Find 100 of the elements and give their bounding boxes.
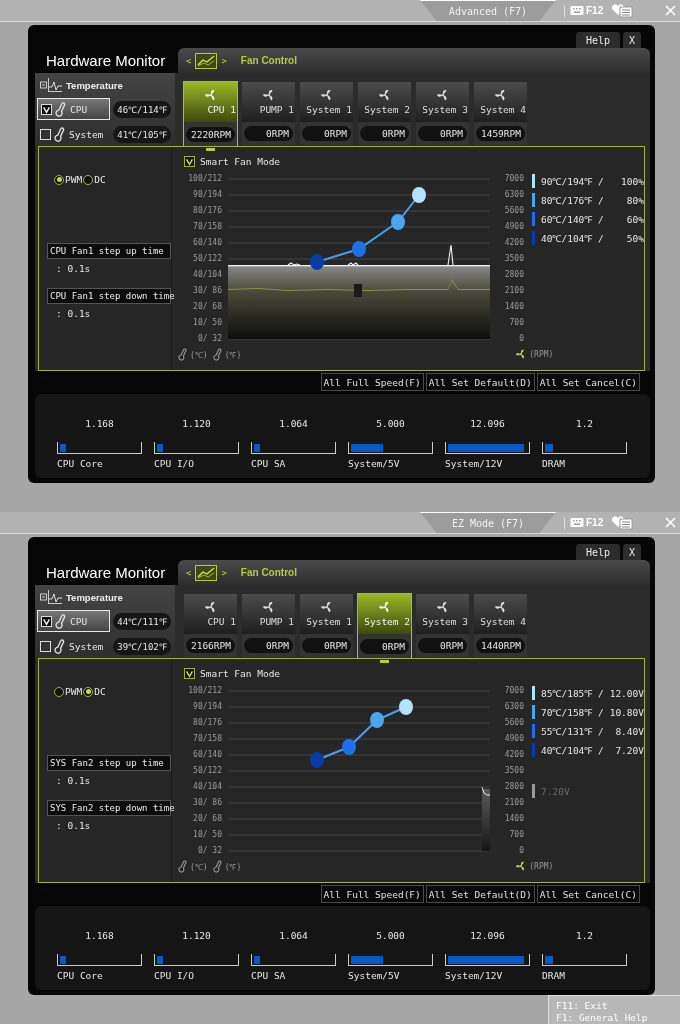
step-time-value[interactable]: : 0.1s — [56, 775, 171, 786]
action-button[interactable]: All Set Cancel(C) — [536, 373, 640, 391]
close-button[interactable]: X — [622, 544, 641, 560]
sensor-item[interactable]: System — [37, 123, 110, 145]
voltage-value: 1.2 — [575, 418, 594, 429]
unit-label: (℃) — [190, 349, 208, 360]
radio-option[interactable]: DC — [83, 174, 106, 185]
axis-tick-label: 40/104 — [193, 781, 222, 793]
sensor-name: CPU — [70, 103, 88, 115]
axis-tick-label: 3500 — [504, 253, 524, 265]
sensor-trace-drawing — [481, 786, 490, 851]
radio-option[interactable]: PWM — [54, 174, 83, 185]
fan-rpm: 0RPM — [418, 638, 467, 653]
axis-tick-label: 4900 — [504, 221, 524, 233]
sensor-item[interactable]: CPU — [37, 98, 110, 120]
voltage-value: 1.168 — [85, 930, 114, 941]
sensor-graph-icon — [40, 78, 62, 92]
step-time-value[interactable]: : 0.1s — [56, 263, 171, 274]
previous-arrow[interactable]: < — [186, 55, 192, 66]
legend-point: 60℃/140℉ / — [541, 212, 604, 226]
help-button[interactable]: Help — [575, 32, 620, 48]
voltage-label: CPU I/O — [154, 970, 196, 981]
radio-option[interactable]: DC — [83, 686, 106, 697]
fan-name: CPU 1 — [207, 104, 237, 115]
action-button[interactable]: All Set Default(D) — [425, 373, 535, 391]
sensor-graph-icon — [40, 590, 62, 604]
heart-list-icon[interactable] — [611, 3, 634, 18]
heart-list-icon[interactable] — [611, 515, 634, 530]
voltage-label: CPU I/O — [154, 458, 196, 469]
axis-tick-label: 700 — [509, 317, 524, 329]
legend-point: 40℃/104℉ / — [541, 231, 604, 245]
legend-point: 55℃/131℉ / — [541, 724, 604, 738]
axis-tick-label: 100/212 — [188, 685, 222, 697]
axis-tick-label: 7000 — [504, 173, 524, 185]
axis-tick-label: 2100 — [504, 285, 524, 297]
section-tab[interactable]: < > Fan Control — [178, 48, 650, 73]
close-button[interactable]: X — [622, 32, 641, 48]
voltage-value: 1.064 — [279, 930, 308, 941]
axis-tick-label: 2800 — [504, 781, 524, 793]
fan-tab[interactable]: System 2 0RPM — [357, 593, 412, 658]
legend-point: 90℃/194℉ / — [541, 174, 604, 188]
fan-name: PUMP 1 — [259, 616, 295, 627]
help-button[interactable]: Help — [575, 544, 620, 560]
step-time-value[interactable]: : 0.1s — [56, 820, 171, 831]
previous-arrow[interactable]: < — [186, 567, 192, 578]
action-button[interactable]: All Full Speed(F) — [320, 885, 424, 903]
axis-tick-label: 2800 — [504, 269, 524, 281]
axis-tick-label: 10/ 50 — [193, 829, 222, 841]
action-button[interactable]: All Set Default(D) — [425, 885, 535, 903]
voltage-value: 1.064 — [279, 418, 308, 429]
fan-rpm: 0RPM — [244, 126, 293, 141]
fan-rpm: 1459RPM — [476, 126, 525, 141]
thermometer-icon — [178, 859, 188, 873]
legend-setting: 80% — [626, 194, 644, 206]
next-arrow[interactable]: > — [221, 55, 227, 66]
sensor-item[interactable]: System — [37, 635, 110, 657]
axis-tick-label: 4200 — [504, 749, 524, 761]
fan-tab[interactable]: CPU 1 2220RPM — [183, 81, 238, 146]
axis-tick-label: 5600 — [504, 717, 524, 729]
thermometer-icon — [55, 613, 67, 629]
fan-name: System 4 — [480, 616, 527, 627]
voltage-value: 1.168 — [85, 418, 114, 429]
fan-name: System 3 — [422, 104, 469, 115]
checkbox[interactable] — [184, 667, 195, 679]
window-title: Hardware Monitor — [45, 52, 167, 69]
axis-tick-label: 80/176 — [193, 717, 222, 729]
fan-curve-drawing[interactable] — [310, 699, 413, 768]
action-button[interactable]: All Full Speed(F) — [320, 373, 424, 391]
radio-option[interactable]: PWM — [54, 686, 83, 697]
action-button[interactable]: All Set Cancel(C) — [536, 885, 640, 903]
fan-rpm: 0RPM — [244, 638, 293, 653]
voltage-label: DRAM — [542, 970, 566, 981]
axis-tick-label: 0/ 32 — [197, 845, 222, 857]
step-time-value[interactable]: : 0.1s — [56, 308, 171, 319]
sensor-reading: 46℃/114℉ — [113, 100, 171, 118]
axis-tick-label: 70/158 — [193, 733, 222, 745]
unit-label: (RPM) — [529, 861, 554, 871]
legend-setting: 8.40V — [615, 725, 644, 737]
thermometer-icon — [212, 347, 223, 361]
fan-rpm: 0RPM — [302, 126, 351, 141]
fan-name: System 2 — [364, 616, 411, 627]
thermometer-icon — [54, 126, 66, 142]
keyboard-icon[interactable] — [570, 5, 584, 16]
fan-rpm: 2166RPM — [186, 638, 235, 653]
section-tab[interactable]: < > Fan Control — [178, 560, 650, 585]
axis-tick-label: 30/ 86 — [193, 797, 222, 809]
checkbox[interactable] — [184, 155, 195, 167]
axis-tick-label: 2100 — [504, 797, 524, 809]
sensor-item[interactable]: CPU — [37, 610, 110, 632]
keyboard-icon[interactable] — [570, 517, 584, 528]
voltage-label: CPU SA — [251, 970, 287, 981]
axis-tick-label: 6300 — [504, 701, 524, 713]
voltage-label: System/12V — [445, 458, 504, 469]
chart-icon — [195, 564, 218, 581]
legend-setting: 60% — [626, 213, 644, 225]
axis-tick-label: 90/194 — [193, 701, 222, 713]
fan-curve-drawing[interactable] — [310, 187, 426, 270]
voltage-value: 5.000 — [376, 930, 405, 941]
axis-tick-label: 80/176 — [193, 205, 222, 217]
next-arrow[interactable]: > — [221, 567, 227, 578]
